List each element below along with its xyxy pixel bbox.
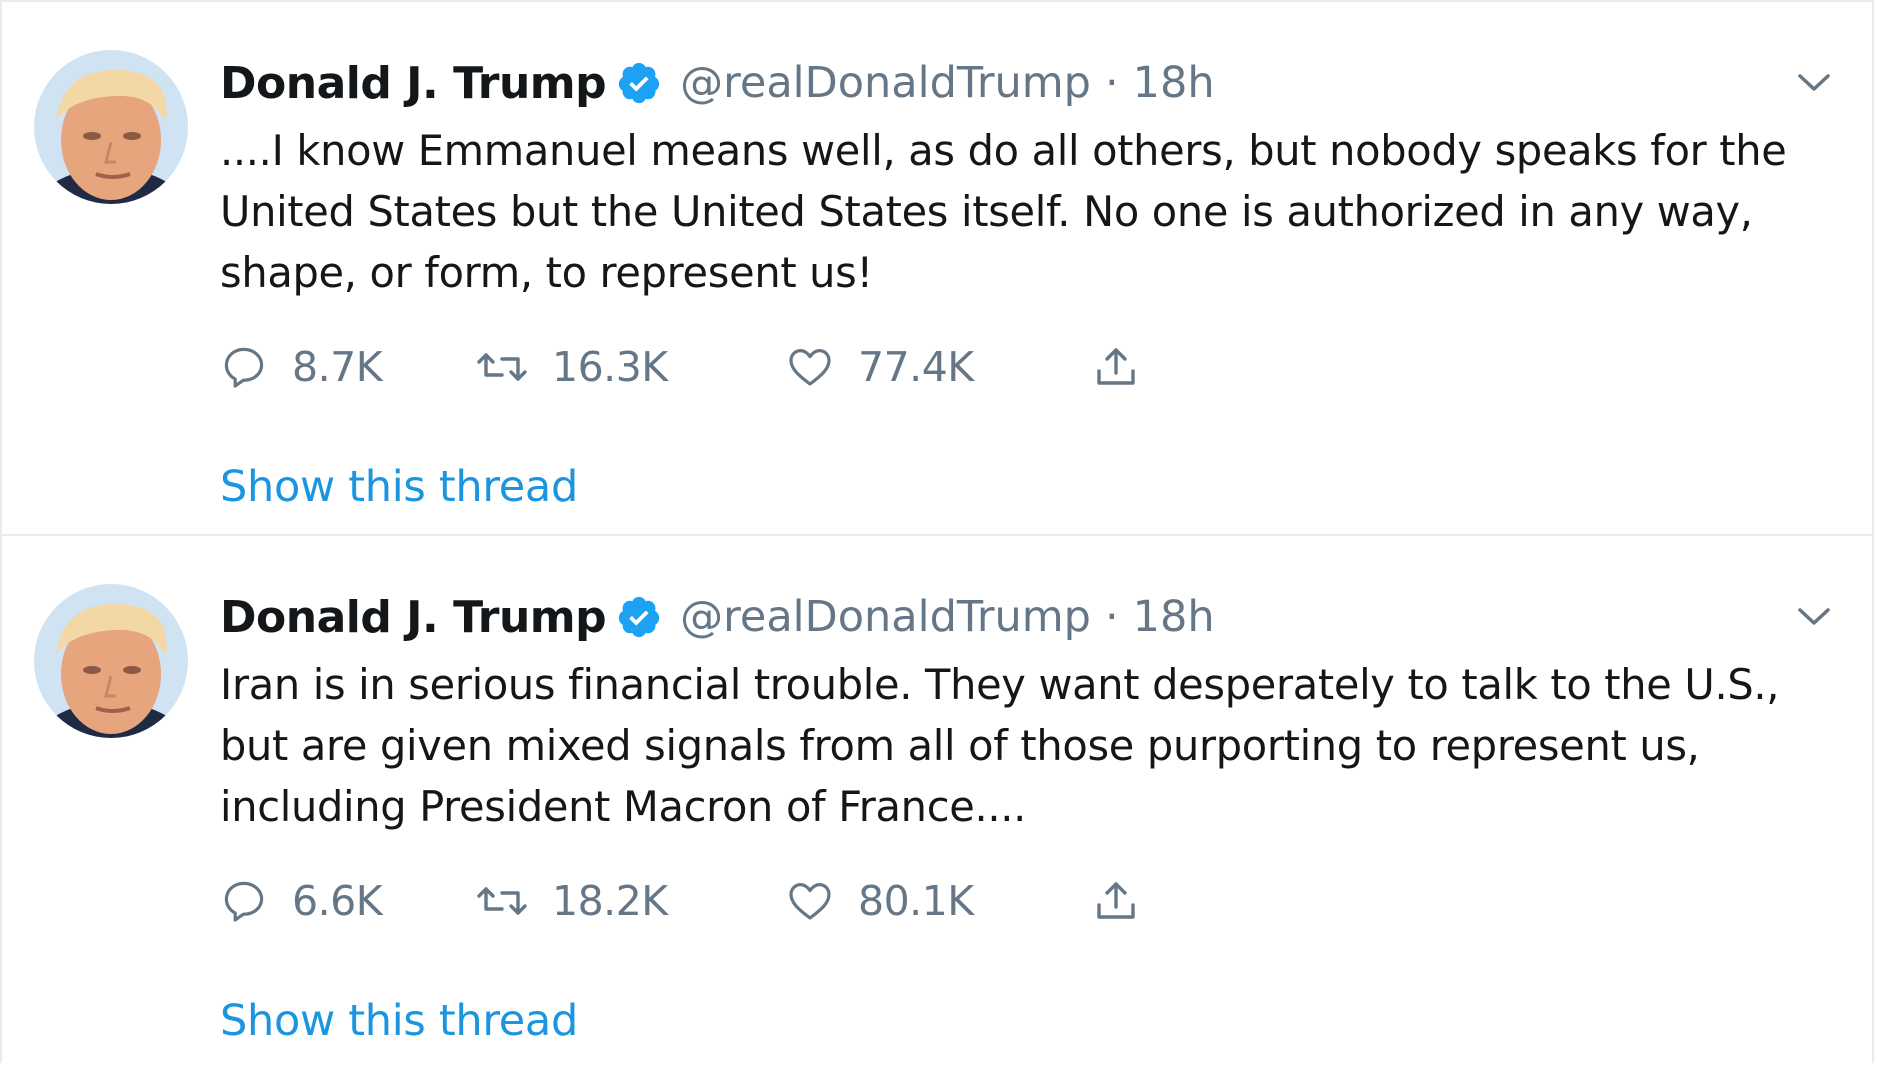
tweet[interactable]: Donald J. Trump @realDonaldTrump · 18h I… — [2, 536, 1872, 1065]
retweet-button[interactable]: 16.3K — [476, 343, 786, 391]
retweet-count: 18.2K — [552, 877, 668, 925]
retweet-icon — [477, 887, 527, 915]
show-thread-link[interactable]: Show this thread — [220, 462, 578, 512]
retweet-button[interactable]: 18.2K — [476, 877, 786, 925]
share-button[interactable] — [1092, 877, 1140, 925]
avatar[interactable] — [34, 50, 188, 204]
avatar-image — [34, 584, 188, 738]
tweet-text: Iran is in serious financial trouble. Th… — [220, 660, 1780, 831]
separator-dot: · — [1104, 58, 1119, 108]
reply-count: 8.7K — [292, 343, 383, 391]
verified-badge-icon — [616, 594, 662, 640]
tweet-text: ....I know Emmanuel means well, as do al… — [220, 126, 1787, 297]
reply-count: 6.6K — [292, 877, 383, 925]
tweet-header: Donald J. Trump @realDonaldTrump · 18h — [220, 586, 1215, 648]
avatar-image — [34, 50, 188, 204]
author-handle[interactable]: @realDonaldTrump — [680, 592, 1091, 642]
tweet-header: Donald J. Trump @realDonaldTrump · 18h — [220, 52, 1215, 114]
tweet-timestamp[interactable]: 18h — [1133, 58, 1215, 108]
tweet[interactable]: Donald J. Trump @realDonaldTrump · 18h .… — [2, 2, 1872, 536]
reply-button[interactable]: 8.7K — [220, 343, 476, 391]
author-handle[interactable]: @realDonaldTrump — [680, 58, 1091, 108]
share-icon — [1097, 882, 1135, 919]
author-name[interactable]: Donald J. Trump — [220, 58, 607, 109]
share-icon — [1097, 348, 1135, 385]
reply-icon — [224, 347, 264, 388]
chevron-down-icon[interactable] — [1794, 64, 1834, 100]
author-name[interactable]: Donald J. Trump — [220, 592, 607, 643]
tweet-actions: 6.6K 18.2K 80.1K — [220, 866, 1140, 936]
reply-icon — [224, 881, 264, 922]
avatar[interactable] — [34, 584, 188, 738]
chevron-down-icon[interactable] — [1794, 598, 1834, 634]
retweet-count: 16.3K — [552, 343, 668, 391]
tweet-timestamp[interactable]: 18h — [1133, 592, 1215, 642]
verified-badge-icon — [616, 60, 662, 106]
like-button[interactable]: 77.4K — [786, 343, 1092, 391]
show-thread-link[interactable]: Show this thread — [220, 996, 578, 1046]
heart-icon — [789, 883, 831, 920]
timeline: Donald J. Trump @realDonaldTrump · 18h .… — [0, 0, 1874, 1063]
share-button[interactable] — [1092, 343, 1140, 391]
heart-icon — [789, 349, 831, 386]
separator-dot: · — [1104, 592, 1119, 642]
reply-button[interactable]: 6.6K — [220, 877, 476, 925]
tweet-actions: 8.7K 16.3K 77.4K — [220, 332, 1140, 402]
retweet-icon — [477, 353, 527, 381]
like-button[interactable]: 80.1K — [786, 877, 1092, 925]
like-count: 77.4K — [858, 343, 974, 391]
like-count: 80.1K — [858, 877, 974, 925]
